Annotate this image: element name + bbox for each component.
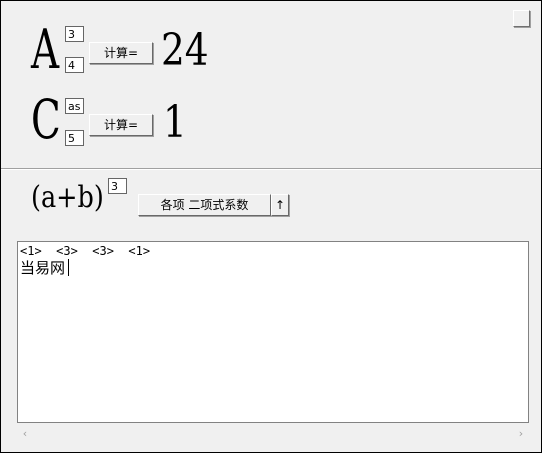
permutation-symbol: A	[31, 18, 60, 81]
permutation-calc-button[interactable]: 计算=	[89, 42, 153, 64]
output-textarea[interactable]: <1> <3> <3> <1> 当易网	[17, 241, 529, 423]
combination-result: 1	[163, 97, 187, 148]
text-caret	[68, 259, 69, 276]
combination-top-input[interactable]	[65, 98, 84, 114]
combination-calc-button[interactable]: 计算=	[89, 114, 153, 136]
binomial-mode-select[interactable]: 各项 二项式系数	[138, 194, 271, 216]
app-window: A 计算= 24 C 计算= 1 (a+b) 各项 二项式系数 ↑ <1> <3…	[0, 0, 542, 453]
permutation-bottom-input[interactable]	[65, 57, 84, 73]
binomial-formula: (a+b)	[31, 180, 104, 215]
scroll-left-icon[interactable]: ‹	[17, 425, 33, 442]
binomial-mode-arrow-button[interactable]: ↑	[271, 194, 289, 216]
combination-symbol: C	[31, 88, 61, 151]
combination-bottom-input[interactable]	[65, 130, 84, 146]
output-coefficients: <1> <3> <3> <1>	[20, 244, 151, 258]
binomial-exponent-input[interactable]	[108, 178, 127, 194]
permutation-result: 24	[161, 25, 209, 76]
section-divider	[1, 168, 541, 170]
permutation-top-input[interactable]	[65, 26, 84, 42]
corner-button[interactable]	[513, 10, 530, 27]
horizontal-scrollbar[interactable]: ‹ ›	[17, 425, 529, 442]
output-text: 当易网	[20, 259, 66, 277]
scroll-right-icon[interactable]: ›	[513, 425, 529, 442]
